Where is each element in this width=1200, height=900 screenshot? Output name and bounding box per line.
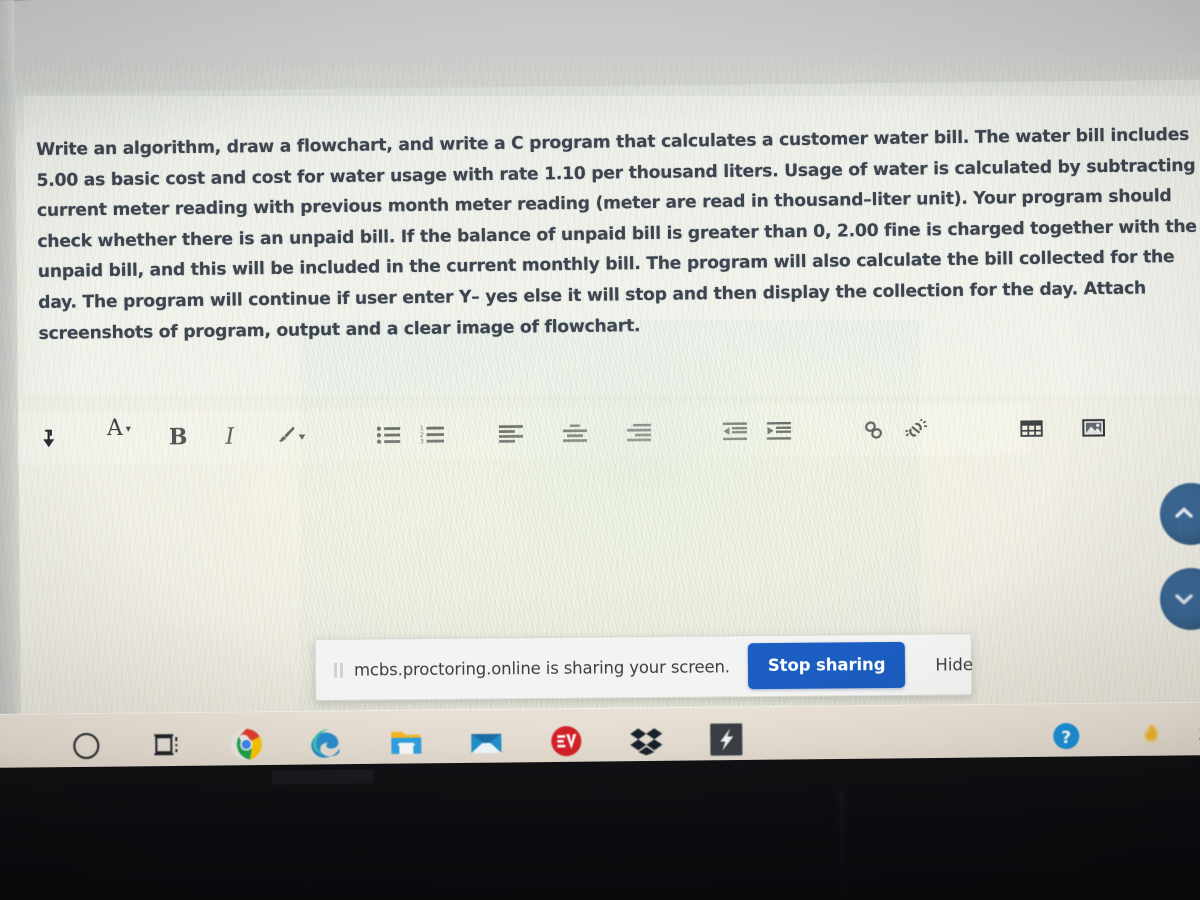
bulleted-list-button[interactable] [376,415,402,455]
expressvpn-icon [551,726,582,757]
pause-icon[interactable] [333,662,344,678]
flame-icon [1142,724,1163,747]
screen-top-shade [0,0,1200,93]
svg-text:?: ? [1061,728,1071,748]
numbered-list-button[interactable]: 1 2 3 [420,415,446,455]
question-paragraph: Write an algorithm, draw a flowchart, an… [36,125,1197,344]
screen-photo: Write an algorithm, draw a flowchart, an… [0,0,1200,900]
font-style-letter[interactable]: A ▾ [106,415,131,458]
insert-link-button[interactable] [862,410,886,450]
align-left-button[interactable] [498,414,524,454]
screen-share-notification: mcbs.proctoring.online is sharing your s… [314,633,973,701]
bezel-stand-notch [271,769,375,785]
dropbox-icon [630,728,663,756]
chevron-up-icon [1175,507,1193,518]
screen-share-message: mcbs.proctoring.online is sharing your s… [353,656,730,680]
italic-button[interactable]: I [225,417,234,457]
text-color-brush-icon[interactable] [272,416,306,456]
help-question-icon: ? [1053,723,1080,750]
svg-text:3: 3 [420,438,424,445]
chevron-down-icon: ▾ [125,423,131,435]
indent-button[interactable] [766,411,792,451]
insert-table-button[interactable] [1020,408,1044,448]
bolt-app-icon [710,723,743,756]
bezel-light-streak [840,790,844,900]
remove-link-button[interactable] [904,409,930,449]
chrome-icon [230,728,262,760]
font-style-label: A [106,415,123,442]
outdent-button[interactable] [722,411,748,451]
chevron-down-icon [1175,594,1193,605]
editor-formatting-toolbar[interactable]: A ▾ B I 1 2 3 [17,402,1106,465]
search-ring-icon [73,732,100,760]
task-view-icon [154,734,178,756]
mail-icon [471,733,502,754]
hide-button[interactable]: Hide [923,647,985,683]
align-right-button[interactable] [626,412,652,452]
bottom-bezel [0,754,1200,900]
file-explorer-icon [391,731,422,754]
align-center-button[interactable] [562,413,588,453]
stop-sharing-button[interactable]: Stop sharing [747,641,906,690]
paragraph-return-icon[interactable] [36,419,55,459]
bold-button[interactable]: B [169,417,188,457]
insert-image-button[interactable] [1082,408,1106,448]
edge-icon [311,729,340,758]
